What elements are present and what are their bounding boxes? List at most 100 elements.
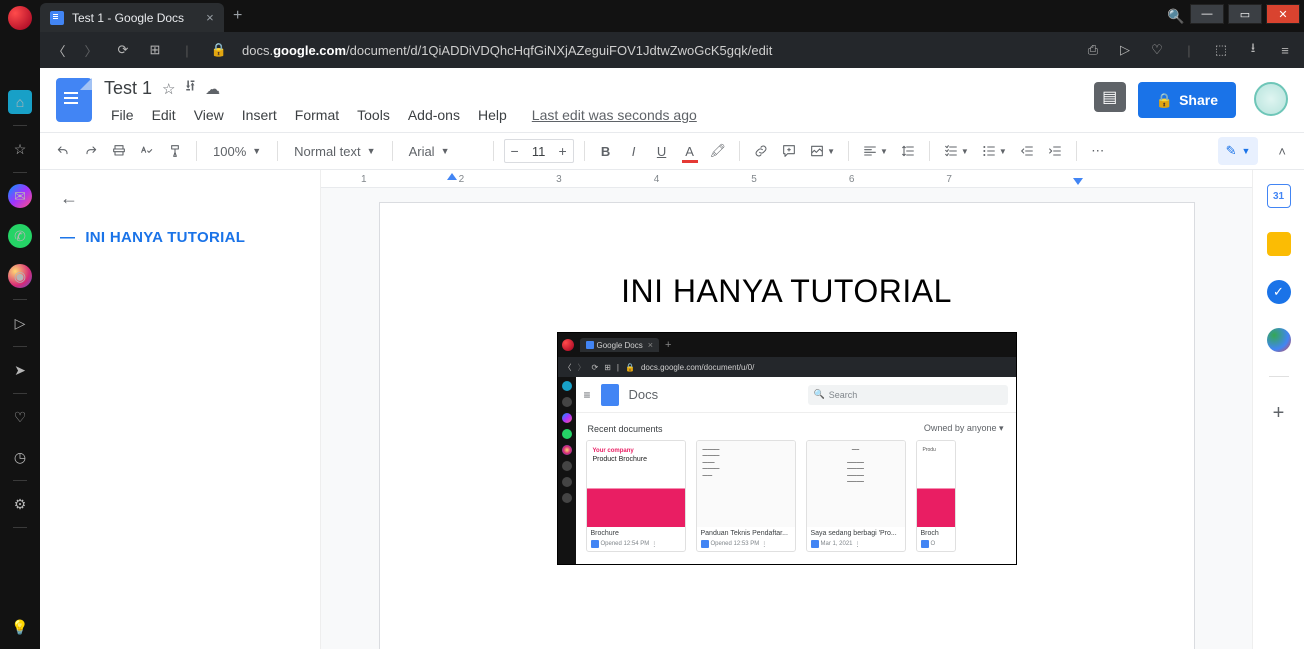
docs-logo-icon[interactable] — [56, 78, 92, 122]
style-value: Normal text — [294, 144, 360, 159]
addr-snapshot-icon[interactable]: ⎙ — [1084, 42, 1102, 58]
menu-view[interactable]: View — [187, 103, 231, 127]
account-avatar[interactable] — [1254, 82, 1288, 116]
text-color-button[interactable]: A — [679, 138, 701, 164]
nav-tiles-icon[interactable]: ⊞ — [146, 42, 164, 58]
embed-url: docs.google.com/document/u/0/ — [641, 363, 1010, 372]
tab-title: Test 1 - Google Docs — [72, 11, 184, 25]
menu-insert[interactable]: Insert — [235, 103, 284, 127]
font-size-input[interactable] — [525, 144, 553, 159]
font-value: Arial — [409, 144, 435, 159]
sidebar-messenger-icon[interactable]: ✉ — [8, 184, 32, 208]
menu-file[interactable]: File — [104, 103, 141, 127]
menu-addons[interactable]: Add-ons — [401, 103, 467, 127]
sidebar-player-icon[interactable]: ▷ — [8, 311, 32, 335]
insert-link-button[interactable] — [750, 138, 772, 164]
embed-section-label: Recent documents — [588, 424, 663, 434]
nav-back-icon[interactable]: 〈 — [50, 41, 68, 60]
sidebar-history-icon[interactable]: ◷ — [8, 445, 32, 469]
outline-close-icon[interactable]: ← — [60, 188, 78, 209]
spellcheck-button[interactable] — [136, 138, 158, 164]
addr-separator: | — [1180, 43, 1198, 58]
titlebar-search-icon[interactable]: 🔍 — [1162, 0, 1190, 32]
star-icon[interactable]: ☆ — [162, 80, 175, 98]
addr-cube-icon[interactable]: ⬚ — [1212, 42, 1230, 58]
nav-forward-icon[interactable]: 〉 — [82, 41, 100, 60]
move-icon[interactable]: ⭿ — [185, 76, 195, 101]
sidebar-speeddial-icon[interactable]: ☆ — [8, 137, 32, 161]
bulleted-list-button[interactable]: ▼ — [978, 138, 1010, 164]
redo-button[interactable] — [80, 138, 102, 164]
window-maximize-button[interactable]: ▭ — [1228, 4, 1262, 24]
decrease-indent-button[interactable] — [1016, 138, 1038, 164]
window-minimize-button[interactable]: — — [1190, 4, 1224, 24]
collapse-toolbar-icon[interactable]: ˄ — [1272, 144, 1292, 159]
print-button[interactable] — [108, 138, 130, 164]
editing-mode-button[interactable]: ✎▼ — [1218, 137, 1259, 165]
addr-menu-icon[interactable]: ≡ — [1276, 43, 1294, 58]
menu-edit[interactable]: Edit — [145, 103, 183, 127]
font-dropdown[interactable]: Arial▼ — [403, 138, 483, 164]
embedded-image[interactable]: Google Docs× + 〈〉⟳⊞|🔒 docs.google.com/do… — [557, 332, 1017, 565]
sidebar-send-icon[interactable]: ➤ — [8, 358, 32, 382]
undo-button[interactable] — [52, 138, 74, 164]
checklist-button[interactable]: ▼ — [940, 138, 972, 164]
menu-tools[interactable]: Tools — [350, 103, 397, 127]
sidebar-home-icon[interactable]: ⌂ — [8, 90, 32, 114]
outline-item[interactable]: INI HANYA TUTORIAL — [60, 229, 300, 246]
italic-button[interactable]: I — [623, 138, 645, 164]
addr-download-icon[interactable]: ⭳ — [1244, 39, 1262, 61]
menu-help[interactable]: Help — [471, 103, 514, 127]
sidepanel-maps-icon[interactable] — [1267, 328, 1291, 352]
insert-comment-button[interactable] — [778, 138, 800, 164]
more-tools-button[interactable]: ⋯ — [1087, 138, 1109, 164]
outline-item-label: INI HANYA TUTORIAL — [85, 229, 245, 246]
new-tab-button[interactable]: + — [224, 0, 252, 32]
open-comments-icon[interactable]: ▤ — [1094, 82, 1126, 112]
paint-format-button[interactable] — [164, 138, 186, 164]
align-button[interactable]: ▼ — [859, 138, 891, 164]
sidebar-settings-icon[interactable]: ⚙ — [8, 492, 32, 516]
share-button[interactable]: 🔒 Share — [1138, 82, 1236, 118]
font-size-control: − + — [504, 139, 574, 163]
opera-logo[interactable] — [8, 6, 32, 30]
right-indent-marker[interactable] — [1073, 178, 1083, 185]
embed-search-placeholder: Search — [829, 390, 858, 400]
horizontal-ruler[interactable]: 1 2 3 4 5 6 7 — [321, 170, 1252, 188]
font-size-decrease[interactable]: − — [505, 143, 525, 159]
last-edit-link[interactable]: Last edit was seconds ago — [532, 107, 697, 123]
cloud-status-icon[interactable]: ☁ — [205, 80, 220, 98]
line-spacing-button[interactable] — [897, 138, 919, 164]
addr-send-icon[interactable]: ▷ — [1116, 42, 1134, 58]
increase-indent-button[interactable] — [1044, 138, 1066, 164]
sidepanel-add-icon[interactable]: + — [1267, 401, 1291, 425]
tab-close-icon[interactable]: × — [206, 10, 214, 25]
insert-image-button[interactable]: ▼ — [806, 138, 838, 164]
nav-lock-icon[interactable]: 🔒 — [210, 42, 228, 58]
font-size-increase[interactable]: + — [553, 143, 573, 159]
left-indent-marker[interactable] — [447, 173, 457, 180]
window-close-button[interactable]: ✕ — [1266, 4, 1300, 24]
document-outline: ← INI HANYA TUTORIAL — [40, 170, 320, 649]
browser-tab[interactable]: Test 1 - Google Docs × — [40, 3, 224, 32]
highlight-color-button[interactable]: 🖍 — [707, 138, 730, 164]
sidebar-whatsapp-icon[interactable]: ✆ — [8, 224, 32, 248]
nav-reload-icon[interactable]: ⟳ — [114, 42, 132, 58]
sidebar-tips-icon[interactable]: 💡 — [8, 615, 32, 639]
sidepanel-tasks-icon[interactable]: ✓ — [1267, 280, 1291, 304]
zoom-dropdown[interactable]: 100%▼ — [207, 138, 267, 164]
document-heading[interactable]: INI HANYA TUTORIAL — [476, 273, 1098, 310]
sidepanel-keep-icon[interactable] — [1267, 232, 1291, 256]
paragraph-style-dropdown[interactable]: Normal text▼ — [288, 138, 381, 164]
sidepanel-calendar-icon[interactable]: 31 — [1267, 184, 1291, 208]
menu-format[interactable]: Format — [288, 103, 346, 127]
sidebar-instagram-icon[interactable]: ◉ — [8, 264, 32, 288]
sidebar-heart-icon[interactable]: ♡ — [8, 405, 32, 429]
underline-button[interactable]: U — [651, 138, 673, 164]
addr-heart-icon[interactable]: ♡ — [1148, 42, 1166, 58]
address-bar[interactable]: docs.google.com/document/d/1QiADDiVDQhcH… — [242, 43, 1070, 58]
document-title[interactable]: Test 1 — [104, 78, 152, 99]
document-page[interactable]: INI HANYA TUTORIAL Google Docs× + 〈〉⟳⊞|🔒… — [379, 202, 1195, 649]
tab-favicon-docs-icon — [50, 11, 64, 25]
bold-button[interactable]: B — [595, 138, 617, 164]
